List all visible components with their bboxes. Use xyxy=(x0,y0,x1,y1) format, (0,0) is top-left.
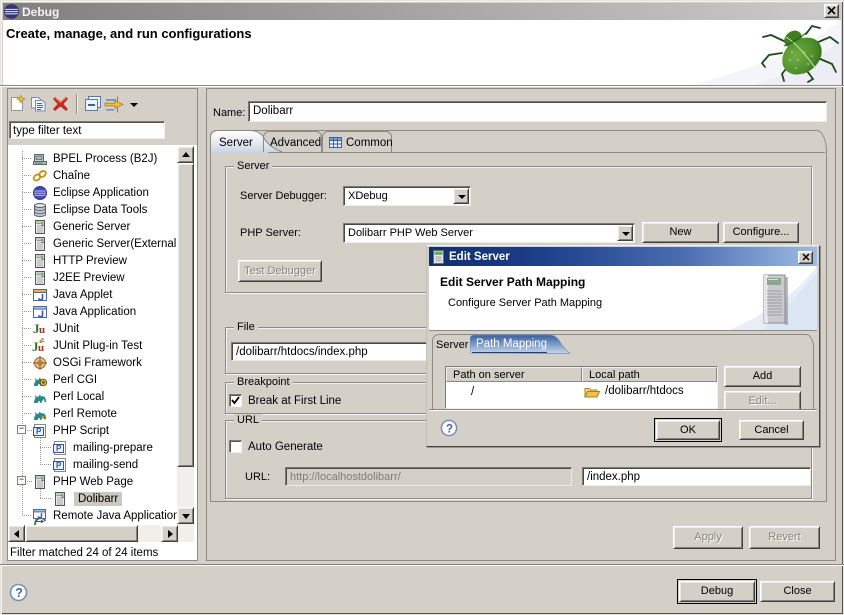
svg-text:u: u xyxy=(38,342,44,354)
svg-text:?: ? xyxy=(446,421,453,435)
svg-text:P: P xyxy=(56,461,62,470)
svg-text:?: ? xyxy=(15,586,23,600)
svg-text:P: P xyxy=(56,444,62,453)
svg-text:u: u xyxy=(39,324,45,336)
svg-text:P: P xyxy=(36,427,42,436)
